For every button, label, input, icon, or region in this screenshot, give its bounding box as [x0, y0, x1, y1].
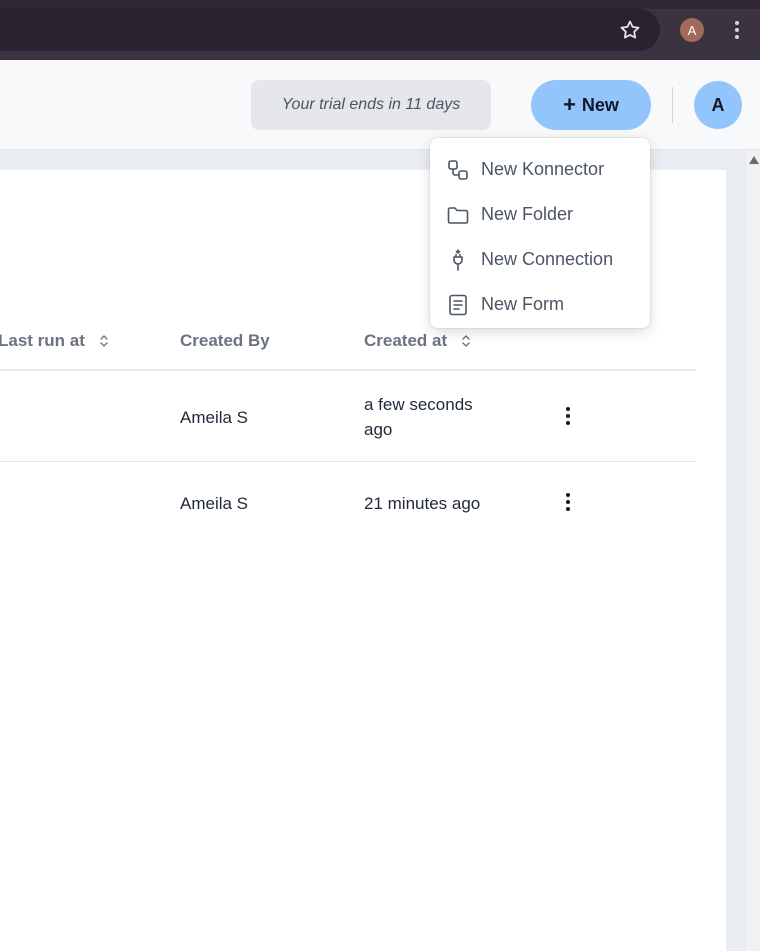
column-label: Created By [180, 331, 270, 350]
column-label: Created at [364, 331, 448, 350]
star-icon[interactable] [618, 18, 642, 42]
browser-toolbar: A [0, 0, 760, 60]
row-actions-kebab-icon[interactable] [558, 405, 578, 427]
new-button-label: New [581, 94, 619, 115]
folder-icon [447, 206, 469, 224]
column-header-created-by: Created By [180, 330, 270, 352]
cell-created-at: a few seconds ago [364, 395, 473, 439]
page-scrollbar[interactable] [746, 150, 760, 951]
sort-icon[interactable] [461, 333, 471, 349]
plug-icon [453, 248, 463, 271]
table-header-divider [0, 369, 696, 371]
column-label: Last run at [0, 331, 85, 350]
cell-created-by: Ameila S [180, 494, 249, 513]
menu-item-label: New Konnector [481, 159, 605, 179]
cell-created-by: Ameila S [180, 408, 249, 427]
header-divider [672, 87, 673, 123]
menu-item-new-folder[interactable]: New Folder [430, 192, 650, 237]
sort-icon[interactable] [99, 333, 109, 349]
browser-menu-icon[interactable] [728, 18, 746, 42]
cell-created-at: 21 minutes ago [364, 494, 481, 513]
konnector-icon [448, 159, 468, 180]
app-header: Your trial ends in 11 days + New A [0, 60, 760, 150]
trial-banner: Your trial ends in 11 days [251, 80, 491, 130]
row-divider [0, 461, 696, 462]
menu-item-label: New Folder [481, 204, 574, 224]
menu-item-new-connection[interactable]: New Connection [430, 237, 650, 282]
plus-icon: + [563, 92, 576, 117]
menu-item-new-konnector[interactable]: New Konnector [430, 147, 650, 192]
column-header-last-run-at[interactable]: Last run at [0, 330, 109, 352]
row-actions-kebab-icon[interactable] [558, 491, 578, 513]
browser-tabstrip [0, 0, 760, 9]
browser-profile-avatar[interactable]: A [680, 18, 704, 42]
new-dropdown-menu: New Konnector New Folder New Connection … [430, 138, 650, 328]
menu-item-label: New Form [481, 294, 565, 314]
menu-item-label: New Connection [481, 249, 614, 269]
new-button[interactable]: + New [531, 80, 651, 130]
column-header-created-at[interactable]: Created at [364, 330, 471, 352]
user-avatar[interactable]: A [694, 81, 742, 129]
menu-item-new-form[interactable]: New Form [430, 282, 650, 327]
scroll-up-arrow-icon[interactable] [749, 156, 759, 164]
form-icon [449, 294, 467, 315]
address-bar[interactable] [0, 9, 660, 51]
